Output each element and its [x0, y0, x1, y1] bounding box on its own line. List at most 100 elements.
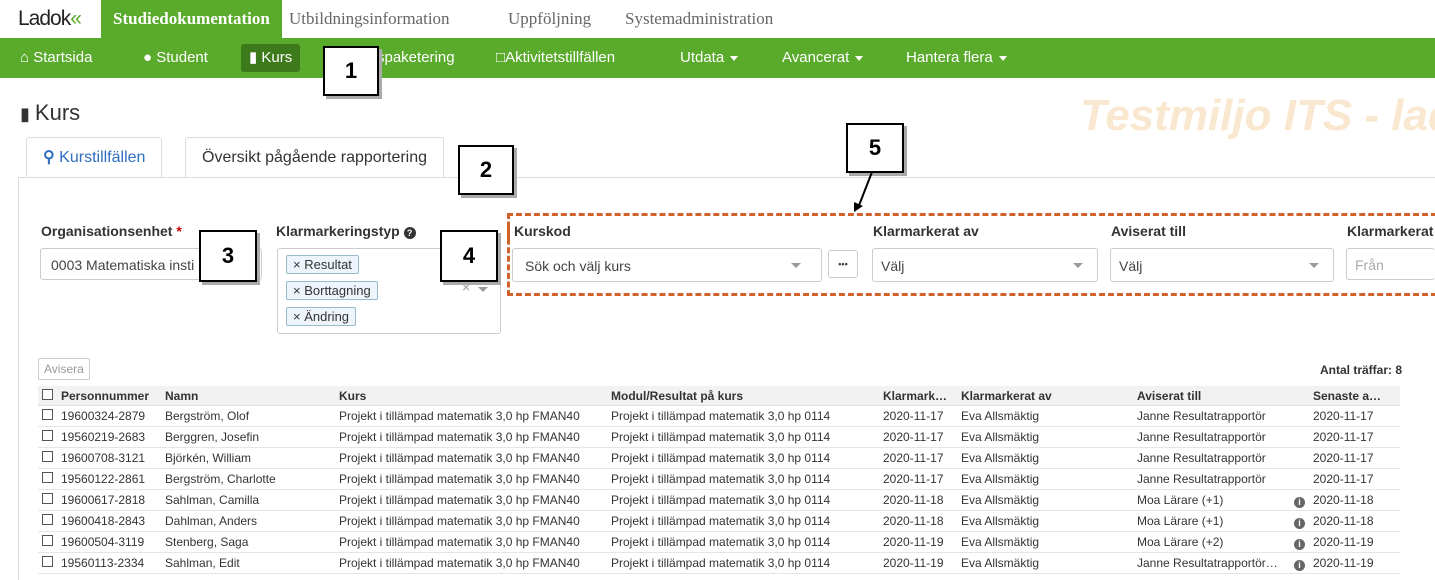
col-namn[interactable]: Namn [161, 386, 335, 406]
col-klarmarkerat[interactable]: Klarmark… [879, 386, 957, 406]
nav-avancerat-label: Avancerat [782, 49, 850, 66]
aviserat-till-select[interactable]: Välj [1110, 248, 1334, 282]
row-checkbox[interactable] [42, 493, 53, 504]
row-checkbox[interactable] [42, 430, 53, 441]
table-row[interactable]: 19600504-3119 Stenberg, Saga Projekt i til… [38, 531, 1400, 553]
nav-aktivitetstillfallen[interactable]: □Aktivitetstillfällen [496, 38, 615, 78]
personnummer-cell: 19560113-2334 [57, 552, 161, 574]
top-tab-studiedokumentation[interactable]: Studiedokumentation [101, 0, 282, 38]
search-icon: ⚲ [43, 149, 60, 166]
namn-cell: Stenberg, Saga [161, 531, 335, 553]
nav-utdata[interactable]: Utdata [680, 38, 739, 78]
chevron-down-icon [478, 287, 488, 292]
aviserat-till-cell: Janne Resultatrapportör [1133, 468, 1309, 490]
top-tab-uppfoljning[interactable]: Uppföljning [496, 0, 603, 38]
modul-cell: Projekt i tillämpad matematik 3,0 hp 011… [607, 447, 879, 469]
nav-student[interactable]: ● Student [143, 38, 208, 78]
environment-watermark: Testmiljo ITS - lad [1080, 91, 1435, 140]
info-icon[interactable]: i [1294, 538, 1305, 550]
ladok-logo[interactable]: Ladok« [18, 7, 82, 31]
chevron-down-icon [1073, 263, 1083, 268]
kurs-cell: Projekt i tillämpad matematik 3,0 hp FMA… [335, 531, 607, 553]
nav-startsida[interactable]: ⌂ Startsida [20, 38, 92, 78]
senaste-cell: 2020-11-17 [1309, 447, 1400, 469]
row-checkbox[interactable] [42, 472, 53, 483]
tag-resultat: × Resultat [286, 255, 359, 274]
kurs-cell: Projekt i tillämpad matematik 3,0 hp FMA… [335, 468, 607, 490]
info-icon[interactable]: i [1294, 517, 1305, 529]
tag-andring-label: Ändring [304, 309, 350, 324]
logo-text: Ladok [18, 7, 71, 30]
klarmarkerat-av-cell: Eva Allsmäktig [957, 552, 1133, 574]
select-all-cell [38, 386, 57, 406]
remove-icon[interactable]: × [293, 283, 301, 298]
personnummer-cell: 19600418-2843 [57, 510, 161, 532]
personnummer-cell: 19600504-3119 [57, 531, 161, 553]
nav-kurs[interactable]: ▮ Kurs [241, 44, 301, 72]
row-select-cell [38, 552, 57, 574]
row-checkbox[interactable] [42, 556, 53, 567]
senaste-cell: 2020-11-19 [1309, 552, 1400, 574]
col-kurs[interactable]: Kurs [335, 386, 607, 406]
modul-cell: Projekt i tillämpad matematik 3,0 hp 011… [607, 489, 879, 511]
table-row[interactable]: 19600708-3121 Björkén, William Projekt i t… [38, 447, 1400, 469]
caret-down-icon [730, 55, 739, 61]
row-checkbox[interactable] [42, 409, 53, 420]
table-row[interactable]: 19600617-2818 Sahlman, Camilla Projekt i t… [38, 489, 1400, 511]
callout-2: 2 [458, 145, 514, 195]
typ-label-text: Klarmarkeringstyp [276, 223, 400, 239]
tab-kurstillfallen-label: Kurstillfällen [59, 149, 146, 166]
klarmarkerat-av-select[interactable]: Välj [872, 248, 1098, 282]
aviserat-till-value: Moa Lärare (+1) [1137, 513, 1224, 528]
namn-cell: Björkén, William [161, 447, 335, 469]
personnummer-cell: 19600324-2879 [57, 405, 161, 427]
personnummer-cell: 19560122-2861 [57, 468, 161, 490]
kurs-cell: Projekt i tillämpad matematik 3,0 hp FMA… [335, 405, 607, 427]
table-row[interactable]: 19600324-2879 Bergström, Olof Projekt i ti… [38, 405, 1400, 427]
personnummer-cell: 19560219-2683 [57, 426, 161, 448]
col-senaste[interactable]: Senaste a… [1309, 386, 1400, 406]
remove-icon[interactable]: × [293, 309, 301, 324]
tab-kurstillfallen[interactable]: ⚲ Kurstillfällen [26, 137, 163, 178]
modul-cell: Projekt i tillämpad matematik 3,0 hp 011… [607, 405, 879, 427]
col-personnummer[interactable]: Personnummer [57, 386, 161, 406]
klarmarkerat-from-input[interactable]: Från [1346, 248, 1435, 280]
nav-avancerat[interactable]: Avancerat [782, 38, 864, 78]
tab-oversikt[interactable]: Översikt pågående rapportering [185, 137, 445, 178]
more-button[interactable]: ••• [828, 250, 858, 278]
help-icon[interactable]: ? [403, 227, 416, 239]
remove-icon[interactable]: × [293, 257, 301, 272]
table-row[interactable]: 19560122-2861 Bergström, Charlotte Projekt… [38, 468, 1400, 490]
senaste-cell: 2020-11-18 [1309, 510, 1400, 532]
select-all-checkbox[interactable] [42, 388, 53, 400]
required-marker: * [176, 223, 182, 239]
info-icon[interactable]: i [1294, 496, 1305, 508]
kurskod-label: Kurskod [514, 223, 571, 239]
col-modul[interactable]: Modul/Resultat på kurs [607, 386, 879, 406]
top-tab-systemadministration[interactable]: Systemadministration [613, 0, 785, 38]
table-row[interactable]: 19560113-2334 Sahlman, Edit Projekt i till… [38, 552, 1400, 574]
top-tab-utbildningsinformation[interactable]: Utbildningsinformation [277, 0, 462, 38]
klarmarkerat-cell: 2020-11-19 [879, 531, 957, 553]
avisera-button[interactable]: Avisera [38, 358, 90, 380]
tag-borttagning-label: Borttagning [304, 283, 371, 298]
info-icon[interactable]: i [1294, 559, 1305, 571]
nav-aktivitet-label: Aktivitetstillfällen [505, 49, 616, 66]
tag-andring: × Ändring [286, 307, 357, 326]
klarmarkerat-cell: 2020-11-19 [879, 552, 957, 574]
row-checkbox[interactable] [42, 514, 53, 525]
kurskod-select[interactable]: Sök och välj kurs [512, 248, 822, 282]
table-row[interactable]: 19600418-2843 Dahlman, Anders Projekt i ti… [38, 510, 1400, 532]
row-checkbox[interactable] [42, 451, 53, 462]
callout-arrow [854, 171, 873, 212]
col-aviserat-till[interactable]: Aviserat till [1133, 386, 1309, 406]
aviserat-till-label: Aviserat till [1111, 223, 1186, 239]
user-icon: ● [143, 49, 157, 66]
table-row[interactable]: 19560219-2683 Berggren, Josefin Projekt i … [38, 426, 1400, 448]
row-checkbox[interactable] [42, 535, 53, 546]
logo-mark: « [70, 7, 82, 30]
nav-hantera-flera[interactable]: Hantera flera [906, 38, 1007, 78]
col-klarmarkerat-av[interactable]: Klarmarkerat av [957, 386, 1133, 406]
row-select-cell [38, 510, 57, 532]
nav-kurspaketering[interactable]: rspaketering [372, 38, 455, 78]
